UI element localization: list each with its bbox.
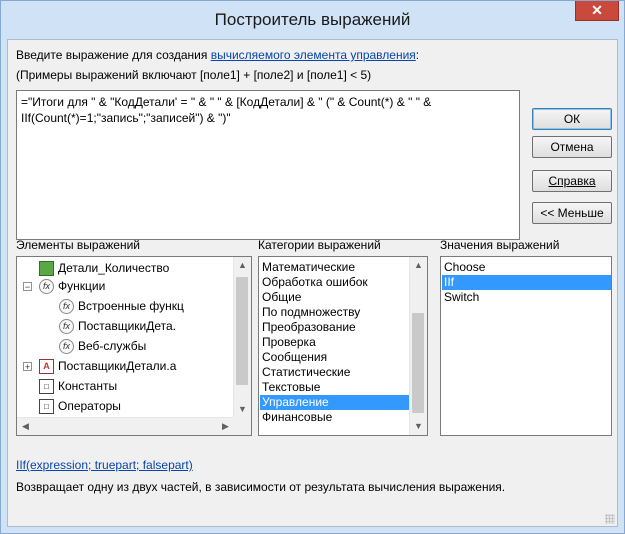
tree-item-supplier-details-functions[interactable]: fx ПоставщикиДета.	[59, 317, 176, 335]
instruction-line: Введите выражение для создания вычисляем…	[16, 48, 419, 62]
collapse-functions-toggle[interactable]: −	[23, 282, 32, 292]
help-button[interactable]: Справка	[532, 170, 612, 192]
list-item[interactable]: Преобразование	[262, 320, 356, 335]
tree-item-web-services[interactable]: fx Веб-службы	[59, 337, 146, 355]
scroll-thumb[interactable]	[412, 313, 424, 413]
cancel-button[interactable]: Отмена	[532, 136, 612, 158]
list-item[interactable]: Математические	[262, 260, 355, 275]
window-title: Построитель выражений	[214, 10, 411, 29]
tree-item-details-quantity[interactable]: Детали_Количество	[39, 259, 169, 277]
categories-panel-label: Категории выражений	[258, 238, 381, 252]
less-button[interactable]: << Меньше	[532, 202, 612, 224]
values-panel-label: Значения выражений	[440, 238, 560, 252]
constants-icon: □	[39, 379, 54, 395]
function-icon: fx	[59, 319, 74, 335]
table-icon	[39, 261, 54, 277]
close-button[interactable]: ✕	[575, 1, 619, 21]
expression-input[interactable]: ="Итоги для " & "КодДетали' = " & " " & …	[16, 90, 520, 240]
expand-supplier-details-toggle[interactable]: +	[23, 362, 32, 372]
list-item[interactable]: Общие	[262, 290, 301, 305]
resize-grip-icon[interactable]	[605, 514, 615, 524]
tree-item-supplier-details-form[interactable]: A ПоставщикиДетали.а	[39, 357, 176, 375]
function-icon: fx	[59, 299, 74, 315]
elements-panel-label: Элементы выражений	[16, 238, 140, 252]
function-description: Возвращает одну из двух частей, в зависи…	[16, 480, 506, 494]
list-item-selected[interactable]: IIf	[442, 275, 611, 290]
list-item[interactable]: Текстовые	[262, 380, 320, 395]
function-icon: fx	[59, 339, 74, 355]
dialog-body: Введите выражение для создания вычисляем…	[7, 39, 618, 527]
title-bar[interactable]: Построитель выражений ✕	[1, 1, 624, 39]
list-item-selected[interactable]: Управление	[260, 395, 410, 410]
tree-item-builtin-functions[interactable]: fx Встроенные функц	[59, 297, 184, 315]
form-icon: A	[39, 359, 54, 375]
syntax-link[interactable]: IIf(expression; truepart; falsepart)	[16, 458, 193, 472]
operators-icon: □	[39, 399, 54, 415]
scroll-right-arrow-icon[interactable]: ▶	[217, 418, 234, 435]
scroll-left-arrow-icon[interactable]: ◀	[17, 418, 34, 435]
scroll-up-arrow-icon[interactable]: ▲	[234, 257, 251, 274]
function-icon: fx	[39, 279, 54, 295]
instruction-suffix: :	[415, 48, 420, 62]
scroll-up-arrow-icon[interactable]: ▲	[410, 257, 427, 274]
list-item[interactable]: По подмножеству	[262, 305, 360, 320]
list-item[interactable]: Switch	[444, 290, 479, 305]
scroll-down-arrow-icon[interactable]: ▼	[234, 401, 251, 418]
list-item[interactable]: Сообщения	[262, 350, 327, 365]
scroll-down-arrow-icon[interactable]: ▼	[410, 418, 427, 435]
elements-horizontal-scrollbar[interactable]: ◀ ▶	[17, 417, 234, 435]
list-item[interactable]: Обработка ошибок	[262, 275, 368, 290]
list-item[interactable]: Проверка	[262, 335, 316, 350]
elements-vertical-scrollbar[interactable]: ▲ ▼	[233, 257, 251, 418]
categories-vertical-scrollbar[interactable]: ▲ ▼	[409, 257, 427, 435]
list-item[interactable]: Статистические	[262, 365, 350, 380]
tree-item-operators[interactable]: □ Операторы	[39, 397, 121, 415]
scroll-thumb[interactable]	[236, 277, 248, 385]
instruction-prefix: Введите выражение для создания	[16, 48, 211, 62]
list-item[interactable]: Choose	[444, 260, 485, 275]
categories-list[interactable]: Математические Обработка ошибок Общие По…	[258, 256, 428, 436]
list-item[interactable]: Финансовые	[262, 410, 332, 425]
tree-item-functions[interactable]: fx Функции	[39, 277, 105, 295]
ok-button[interactable]: ОК	[532, 108, 612, 130]
values-list[interactable]: Choose IIf Switch	[440, 256, 612, 436]
expression-builder-window: Построитель выражений ✕ Введите выражени…	[0, 0, 625, 534]
scrollbar-corner	[234, 418, 251, 435]
examples-text: (Примеры выражений включают [поле1] + [п…	[16, 68, 372, 82]
tree-item-constants[interactable]: □ Константы	[39, 377, 117, 395]
elements-tree[interactable]: Детали_Количество − fx Функции fx Встроенн…	[16, 256, 252, 436]
calculated-control-link[interactable]: вычисляемого элемента управления	[211, 48, 416, 62]
